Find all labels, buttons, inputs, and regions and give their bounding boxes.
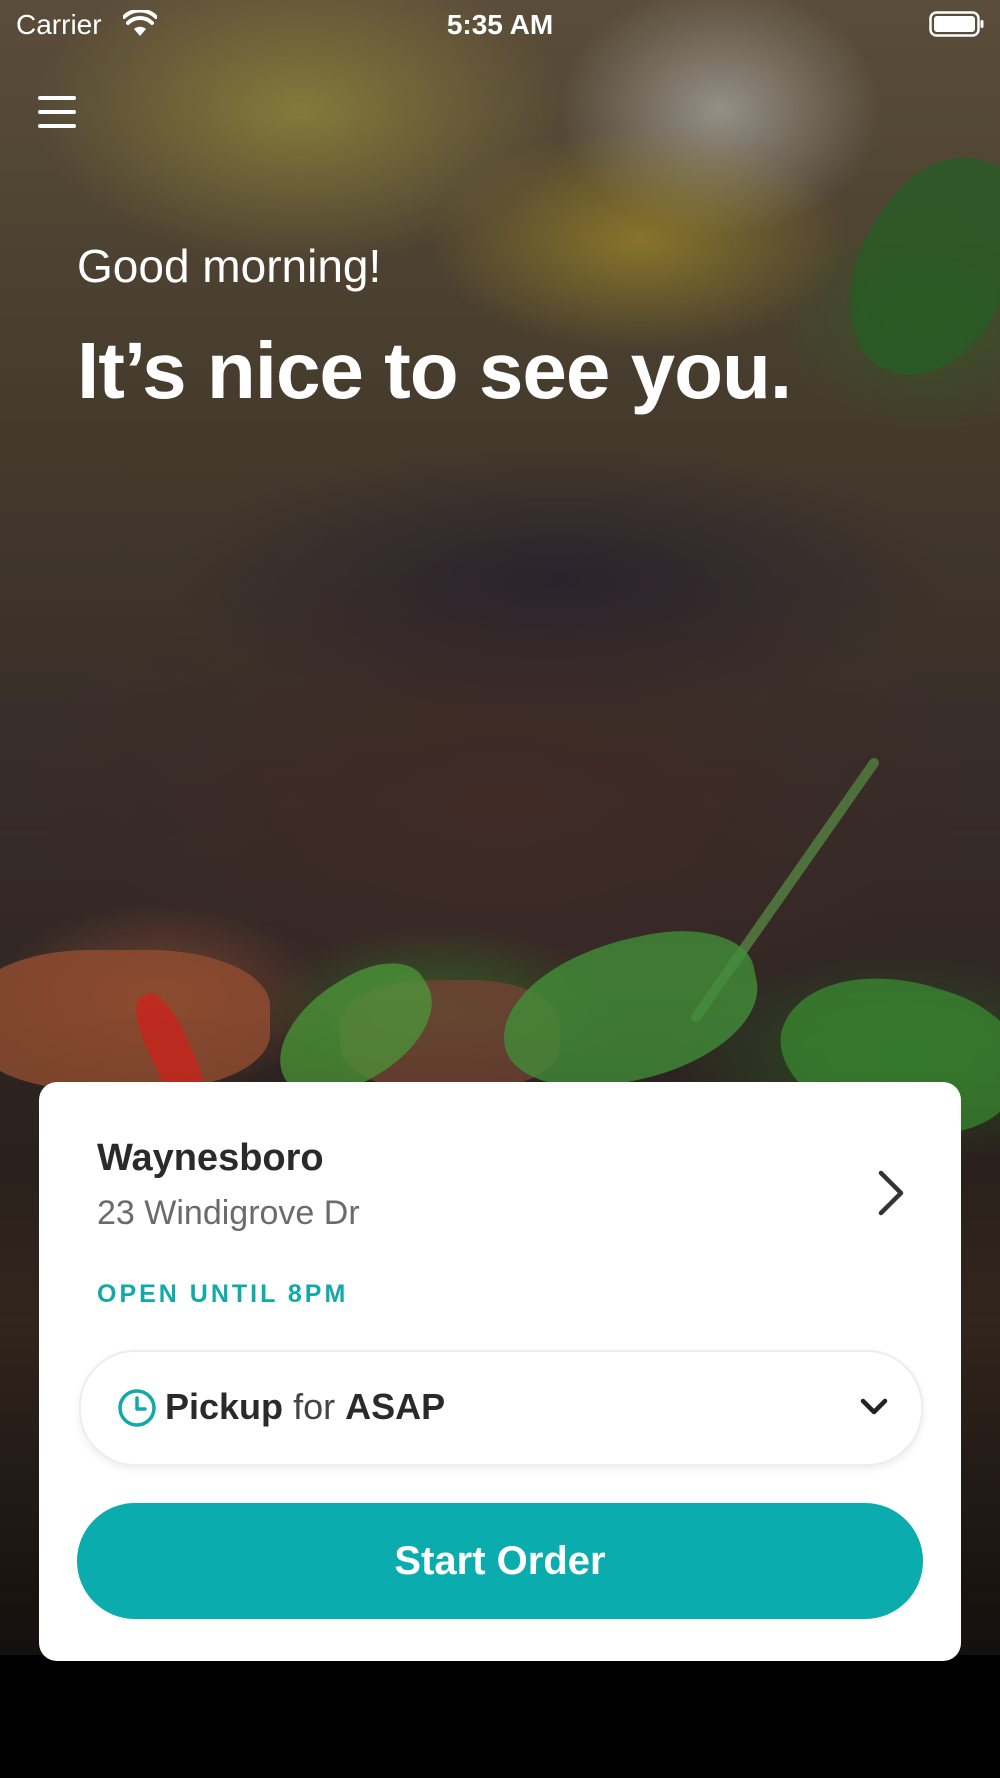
greeting-title: It’s nice to see you. (77, 326, 792, 415)
location-card: Waynesboro 23 Windigrove Dr OPEN UNTIL 8… (39, 1082, 961, 1661)
hours-label: OPEN UNTIL 8PM (97, 1280, 349, 1308)
location-address[interactable]: 23 Windigrove Dr (97, 1194, 360, 1233)
chevron-right-icon[interactable] (871, 1168, 911, 1218)
order-mode: Pickup (165, 1386, 284, 1427)
greeting-subtitle: Good morning! (77, 240, 382, 292)
chevron-down-icon[interactable] (857, 1392, 891, 1422)
hamburger-menu-icon[interactable] (36, 92, 80, 132)
status-time: 5:35 AM (446, 9, 554, 40)
pickup-summary: Pickup for ASAP (165, 1386, 445, 1428)
status-bar: Carrier 5:35 AM (0, 0, 1000, 50)
home-screen: Carrier 5:35 AM Good morning! It’s nice … (0, 0, 1000, 1778)
battery-icon (929, 11, 984, 37)
start-order-button[interactable]: Start Order (77, 1503, 923, 1619)
location-name[interactable]: Waynesboro (97, 1137, 324, 1180)
clock-icon (118, 1389, 156, 1427)
order-connector: for (293, 1386, 336, 1427)
pickup-time-selector[interactable]: Pickup for ASAP (79, 1350, 923, 1466)
order-time: ASAP (345, 1386, 446, 1427)
